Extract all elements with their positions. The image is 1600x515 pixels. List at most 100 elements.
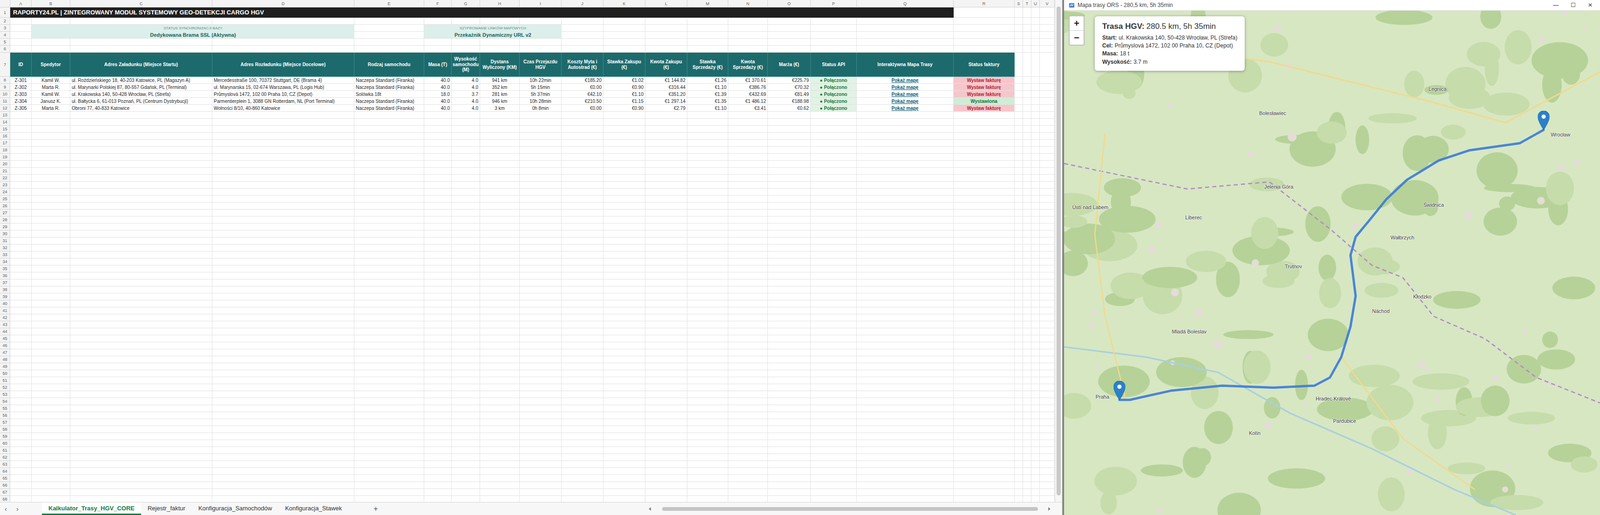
sheet-cell[interactable] xyxy=(70,335,213,343)
sheet-cell[interactable] xyxy=(687,391,729,399)
sheet-cell[interactable] xyxy=(810,125,857,133)
sheet-cell[interactable] xyxy=(856,454,954,462)
column-header[interactable]: Czas Przejazdu HGV xyxy=(519,52,562,77)
sheet-cell[interactable] xyxy=(480,265,520,273)
sheet-cell[interactable] xyxy=(1023,188,1032,196)
sheet-cell[interactable] xyxy=(767,426,811,434)
sheet-cell[interactable] xyxy=(70,237,213,245)
sheet-cell[interactable] xyxy=(1039,412,1055,420)
sheet-cell[interactable] xyxy=(424,272,452,280)
sheet-cell[interactable] xyxy=(810,31,857,39)
sheet-cell[interactable] xyxy=(70,419,213,427)
sheet-cell[interactable] xyxy=(31,153,71,161)
sheet-cell[interactable] xyxy=(645,174,688,182)
sheet-cell[interactable] xyxy=(561,195,604,203)
sheet-cell[interactable] xyxy=(603,321,646,329)
sheet-cell[interactable] xyxy=(10,447,32,455)
sheet-cell[interactable] xyxy=(856,188,954,196)
sheet-cell[interactable] xyxy=(1023,265,1032,273)
sheet-cell[interactable] xyxy=(1014,384,1024,392)
sheet-cell[interactable] xyxy=(31,251,71,259)
sheet-cell[interactable] xyxy=(767,433,811,441)
sheet-cell[interactable] xyxy=(1023,405,1032,413)
sheet-cell[interactable] xyxy=(1014,419,1024,427)
sheet-cell[interactable] xyxy=(810,174,857,182)
sheet-cell[interactable] xyxy=(1039,251,1055,259)
sheet-cell[interactable] xyxy=(603,356,646,364)
sheet-cell[interactable] xyxy=(519,474,562,482)
row-number[interactable]: 59 xyxy=(0,433,11,441)
sheet-cell[interactable] xyxy=(1023,118,1032,126)
table-cell[interactable]: 3 km xyxy=(480,104,520,112)
row-number[interactable]: 42 xyxy=(0,314,11,322)
sheet-cell[interactable] xyxy=(603,45,646,53)
sheet-cell[interactable] xyxy=(810,356,857,364)
sheet-cell[interactable] xyxy=(1039,272,1055,280)
sheet-cell[interactable] xyxy=(953,370,1015,378)
sheet-cell[interactable] xyxy=(1023,223,1032,231)
sheet-cell[interactable] xyxy=(70,328,213,336)
sheet-cell[interactable] xyxy=(424,391,452,399)
sheet-cell[interactable] xyxy=(354,202,425,210)
sheet-cell[interactable] xyxy=(603,146,646,154)
sheet-cell[interactable] xyxy=(31,495,71,502)
sheet-cell[interactable] xyxy=(953,17,1015,25)
sheet-cell[interactable] xyxy=(953,412,1015,420)
sheet-cell[interactable] xyxy=(1039,454,1055,462)
sheet-cell[interactable] xyxy=(451,488,481,496)
sheet-cell[interactable] xyxy=(1031,146,1040,154)
sheet-cell[interactable] xyxy=(70,251,213,259)
show-map-link[interactable]: Pokaż mapę xyxy=(891,84,919,90)
sheet-cell[interactable] xyxy=(519,419,562,427)
sheet-cell[interactable] xyxy=(70,481,213,489)
sheet-cell[interactable] xyxy=(953,153,1015,161)
sheet-cell[interactable] xyxy=(31,202,71,210)
sheet-cell[interactable] xyxy=(480,167,520,175)
sheet-cell[interactable] xyxy=(212,426,355,434)
table-cell[interactable]: €1.02 xyxy=(603,76,646,84)
sheet-cell[interactable] xyxy=(1023,314,1032,322)
sheet-cell[interactable] xyxy=(1039,398,1055,406)
sheet-cell[interactable] xyxy=(1014,174,1024,182)
sheet-cell[interactable] xyxy=(856,279,954,287)
sheet-cell[interactable] xyxy=(10,461,32,468)
sheet-cell[interactable] xyxy=(645,307,688,315)
sheet-cell[interactable] xyxy=(354,433,425,441)
sheet-cell[interactable] xyxy=(561,474,604,482)
sheet-cell[interactable] xyxy=(1031,216,1040,224)
sheet-cell[interactable] xyxy=(451,272,481,280)
sheet-cell[interactable] xyxy=(728,272,768,280)
table-cell[interactable]: €188.98 xyxy=(767,97,811,105)
sheet-cell[interactable] xyxy=(561,481,604,489)
sheet-cell[interactable] xyxy=(1039,481,1055,489)
sheet-cell[interactable] xyxy=(212,377,355,385)
sheet-cell[interactable] xyxy=(856,419,954,427)
sheet-cell[interactable] xyxy=(1023,195,1032,203)
scrollbar-thumb[interactable] xyxy=(1056,6,1061,496)
sheet-cell[interactable] xyxy=(561,384,604,392)
sheet-cell[interactable] xyxy=(70,174,213,182)
sheet-cell[interactable] xyxy=(519,454,562,462)
sheet-cell[interactable] xyxy=(953,174,1015,182)
sheet-cell[interactable] xyxy=(480,335,520,343)
sheet-cell[interactable] xyxy=(767,461,811,468)
sheet-cell[interactable] xyxy=(451,167,481,175)
sheet-cell[interactable] xyxy=(212,195,355,203)
sheet-cell[interactable] xyxy=(728,153,768,161)
sheet-cell[interactable] xyxy=(70,132,213,140)
table-cell[interactable]: Naczepa Standard (Firanka) xyxy=(354,76,425,84)
sheet-cell[interactable] xyxy=(424,251,452,259)
sheet-cell[interactable] xyxy=(810,272,857,280)
column-letter[interactable]: P xyxy=(810,0,857,8)
sheet-cell[interactable] xyxy=(767,419,811,427)
sheet-cell[interactable] xyxy=(1023,440,1032,448)
sheet-cell[interactable] xyxy=(519,181,562,189)
sheet-cell[interactable] xyxy=(953,321,1015,329)
sheet-cell[interactable] xyxy=(687,447,729,455)
sheet-cell[interactable] xyxy=(1039,153,1055,161)
sheet-cell[interactable] xyxy=(1014,31,1024,39)
sheet-cell[interactable] xyxy=(645,230,688,238)
sheet-cell[interactable] xyxy=(603,335,646,343)
sheet-cell[interactable] xyxy=(1039,265,1055,273)
sheet-cell[interactable] xyxy=(856,153,954,161)
